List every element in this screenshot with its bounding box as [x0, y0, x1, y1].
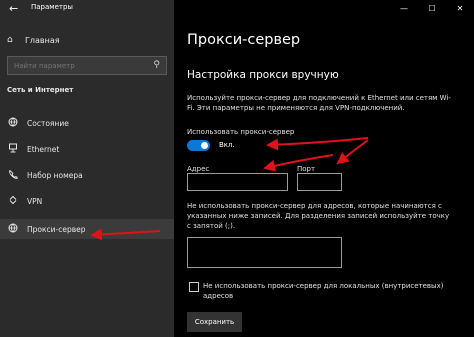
local-addresses-label: Не использовать прокси-сервер для локаль… [203, 282, 444, 300]
minimize-button[interactable]: — [390, 0, 418, 17]
proxy-description: Используйте прокси-сервер для подключени… [187, 94, 451, 112]
nav-home-label: Главная [25, 35, 60, 45]
sidebar-item-label: Набор номера [27, 170, 83, 180]
vpn-icon [7, 195, 19, 208]
back-arrow-icon[interactable]: ← [9, 2, 18, 15]
use-proxy-label: Использовать прокси-сервер [187, 128, 295, 136]
section-heading: Настройка прокси вручную [187, 69, 339, 81]
sidebar-item-vpn[interactable]: VPN [0, 191, 174, 211]
port-field[interactable] [297, 173, 342, 191]
local-addresses-checkbox[interactable] [189, 282, 199, 292]
ethernet-icon [7, 143, 19, 156]
sidebar-item-label: Прокси-сервер [27, 224, 86, 234]
toggle-knob [201, 142, 208, 149]
exclude-addresses-field[interactable] [187, 237, 342, 268]
proxy-globe-icon [7, 223, 19, 236]
nav-home[interactable]: ⌂ Главная [7, 35, 60, 45]
search-box[interactable]: ⚲ [7, 56, 167, 75]
page-title: Прокси-сервер [187, 32, 301, 48]
home-icon: ⌂ [7, 35, 13, 45]
maximize-button[interactable]: ☐ [418, 0, 446, 17]
toggle-state-label: Вкл. [219, 141, 235, 149]
sidebar-item-label: Ethernet [27, 144, 60, 154]
search-icon[interactable]: ⚲ [153, 60, 160, 70]
window-title: Параметры [31, 3, 73, 11]
close-button[interactable]: ✕ [446, 0, 474, 17]
main-content: Прокси-сервер Настройка прокси вручную И… [174, 17, 474, 337]
address-label: Адрес [187, 165, 210, 173]
title-bar: ← Параметры — ☐ ✕ [0, 0, 474, 17]
section-title: Сеть и Интернет [7, 86, 74, 94]
sidebar-item-proxy[interactable]: Прокси-сервер [0, 219, 174, 239]
save-button[interactable]: Сохранить [187, 312, 242, 332]
globe-icon [7, 117, 19, 130]
address-field[interactable] [187, 173, 288, 191]
window-controls: — ☐ ✕ [390, 0, 474, 17]
search-input[interactable] [14, 61, 144, 70]
sidebar-item-label: VPN [27, 196, 43, 206]
exclude-description: Не использовать прокси-сервер для адресо… [187, 202, 450, 230]
sidebar-item-ethernet[interactable]: Ethernet [0, 139, 174, 159]
port-label: Порт [297, 165, 316, 173]
use-proxy-toggle[interactable] [187, 140, 210, 151]
sidebar: ⌂ Главная ⚲ Сеть и Интернет Состояние Et… [0, 0, 174, 337]
sidebar-item-label: Состояние [27, 118, 69, 128]
sidebar-item-status[interactable]: Состояние [0, 113, 174, 133]
dialup-icon [7, 169, 19, 182]
sidebar-item-dialup[interactable]: Набор номера [0, 165, 174, 185]
